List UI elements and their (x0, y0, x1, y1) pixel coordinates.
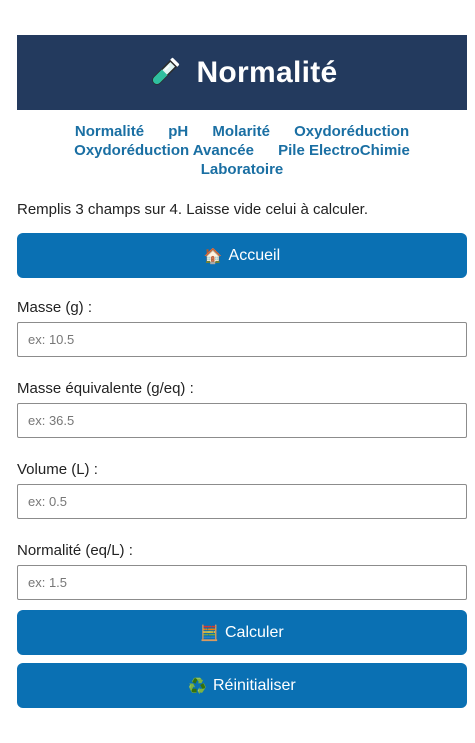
house-icon: 🏠 (203, 247, 223, 265)
home-button[interactable]: 🏠 Accueil (17, 233, 467, 278)
home-button-label: Accueil (228, 246, 281, 264)
nav-link-laboratoire[interactable]: Laboratoire (201, 161, 284, 178)
nav-link-ph[interactable]: pH (168, 123, 188, 140)
reset-button-label: Réinitialiser (212, 676, 296, 694)
nav-link-pile-electrochimie[interactable]: Pile ElectroChimie (278, 142, 410, 159)
reset-button[interactable]: ♻️ Réinitialiser (17, 663, 467, 708)
masse-equivalente-label: Masse équivalente (g/eq) : (17, 380, 194, 397)
normalite-input[interactable] (17, 565, 467, 600)
masse-input[interactable] (17, 322, 467, 357)
nav-link-oxydoreduction[interactable]: Oxydoréduction (294, 123, 409, 140)
nav-links: Normalité pH Molarité Oxydoréduction Oxy… (17, 122, 467, 179)
masse-equivalente-input[interactable] (17, 403, 467, 438)
page-title: Normalité (196, 55, 338, 89)
nav-link-molarite[interactable]: Molarité (212, 123, 270, 140)
test-tube-icon (152, 57, 180, 85)
page-header: Normalité (17, 35, 467, 110)
page-container: Normalité Normalité pH Molarité Oxydoréd… (17, 35, 467, 708)
abacus-icon: 🧮 (200, 624, 219, 642)
calculate-button-label: Calculer (225, 623, 284, 641)
recycle-icon: ♻️ (188, 677, 207, 695)
normalite-label: Normalité (eq/L) : (17, 542, 133, 559)
volume-input[interactable] (17, 484, 467, 519)
volume-label: Volume (L) : (17, 461, 98, 478)
nav-link-oxydoreduction-avancee[interactable]: Oxydoréduction Avancée (74, 142, 254, 159)
calculate-button[interactable]: 🧮 Calculer (17, 610, 467, 655)
instructions-text: Remplis 3 champs sur 4. Laisse vide celu… (17, 201, 368, 218)
masse-label: Masse (g) : (17, 299, 93, 316)
nav-link-normalite[interactable]: Normalité (75, 123, 144, 140)
